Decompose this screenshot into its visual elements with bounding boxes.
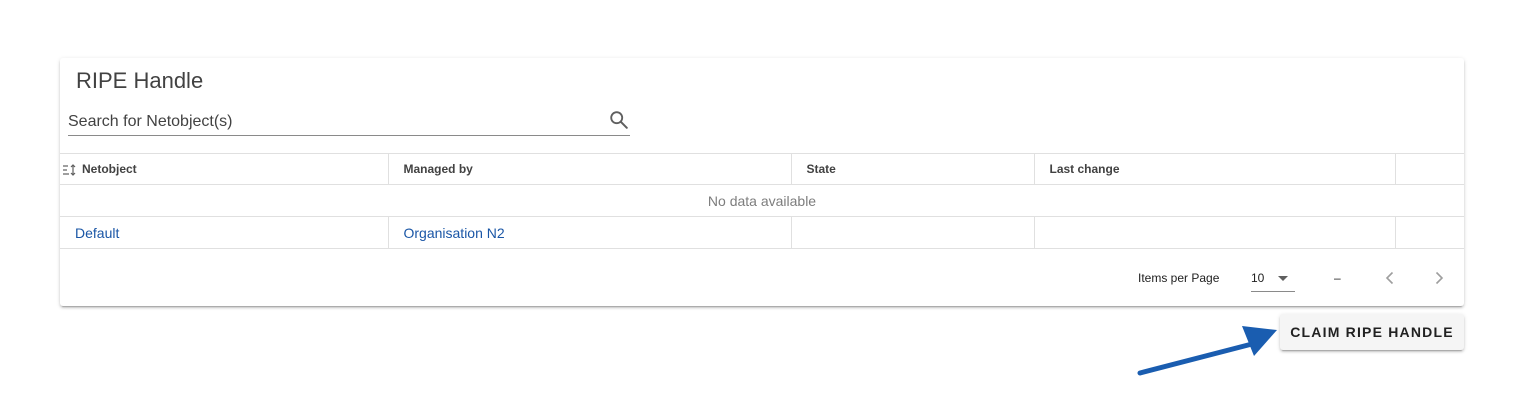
column-label-netobject: Netobject	[82, 162, 137, 176]
column-header-last-change[interactable]: Last change	[1034, 153, 1396, 185]
dropdown-arrow-icon	[1278, 276, 1288, 281]
cell-managed-by[interactable]: Organisation N2	[388, 216, 792, 249]
cell-actions	[1395, 216, 1464, 249]
ripe-handle-card: RIPE Handle Search for Netobject(s) Neto…	[60, 58, 1464, 306]
items-per-page-value: 10	[1251, 271, 1265, 285]
chevron-right-icon[interactable]	[1429, 268, 1449, 288]
column-header-actions	[1395, 153, 1464, 185]
card-title: RIPE Handle	[76, 68, 204, 93]
pagination: Items per Page 10 –	[60, 258, 1464, 298]
column-header-state[interactable]: State	[791, 153, 1035, 185]
search-input[interactable]	[68, 111, 588, 133]
cell-state	[791, 216, 1035, 249]
search-icon[interactable]	[608, 109, 630, 131]
items-per-page-select[interactable]: 10	[1251, 263, 1295, 292]
table-header-row: Netobject Managed by State Last change	[60, 153, 1464, 185]
claim-ripe-handle-button[interactable]: CLAIM RIPE HANDLE	[1280, 314, 1464, 350]
no-data-message: No data available	[60, 184, 1464, 217]
items-per-page-label: Items per Page	[1138, 271, 1220, 285]
cell-netobject[interactable]: Default	[60, 216, 389, 249]
netobject-link[interactable]: Default	[75, 225, 119, 241]
no-data-row: No data available	[60, 184, 1464, 217]
netobject-table: Netobject Managed by State Last change N…	[60, 153, 1464, 249]
search-field[interactable]	[68, 107, 630, 136]
page-range-text: –	[1334, 271, 1341, 285]
pointer-arrow-icon	[1137, 326, 1277, 376]
managed-by-link[interactable]: Organisation N2	[404, 225, 505, 241]
column-header-netobject[interactable]: Netobject	[60, 153, 389, 185]
cell-last-change	[1034, 216, 1396, 249]
column-header-managed-by[interactable]: Managed by	[388, 153, 792, 185]
chevron-left-icon[interactable]	[1380, 268, 1400, 288]
table-row[interactable]: Default Organisation N2	[60, 216, 1464, 249]
sort-icon[interactable]	[63, 163, 77, 176]
